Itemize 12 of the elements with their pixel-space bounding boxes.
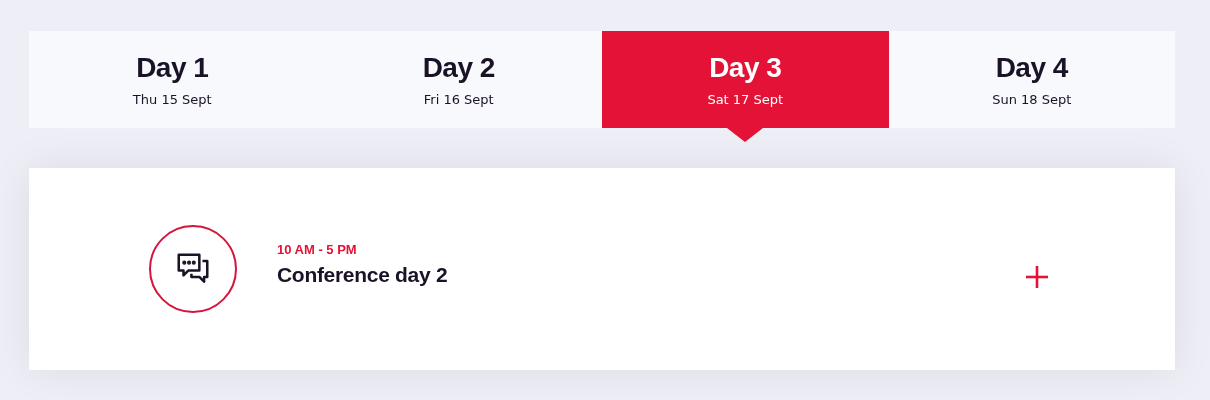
tab-date: Thu 15 Sept (132, 92, 212, 107)
tab-date: Sat 17 Sept (707, 92, 784, 107)
tab-label: Day 4 (995, 52, 1068, 84)
chat-bubbles-icon (149, 225, 237, 313)
tab-label: Day 1 (136, 52, 209, 84)
session-title: Conference day 2 (277, 262, 449, 287)
tab-date: Fri 16 Sept (423, 92, 494, 107)
tab-date: Sun 18 Sept (992, 92, 1072, 107)
tab-pointer (727, 128, 764, 142)
tab-label: Day 2 (422, 52, 495, 84)
session-time: 10 AM - 5 PM (277, 241, 358, 257)
tab-label: Day 3 (709, 52, 782, 84)
